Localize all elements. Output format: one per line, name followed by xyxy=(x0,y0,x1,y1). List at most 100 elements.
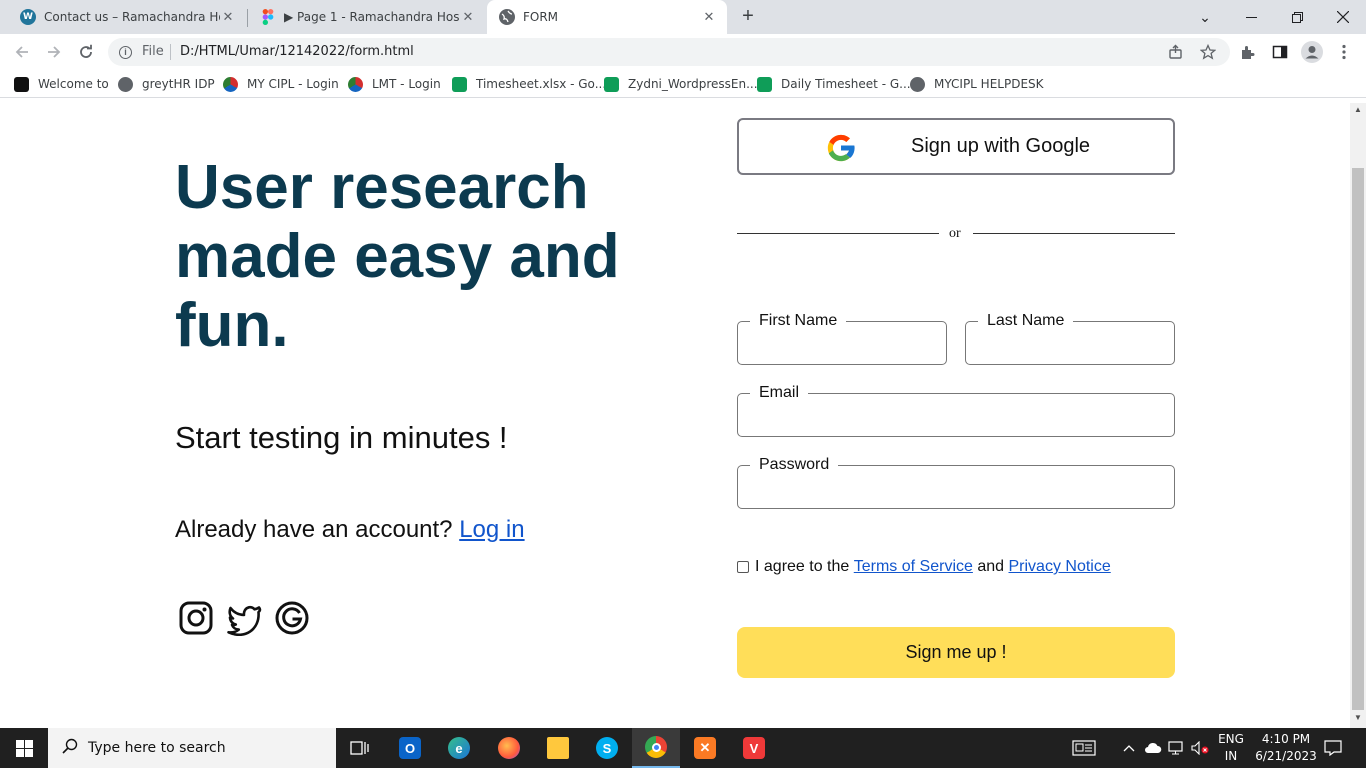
restore-button[interactable] xyxy=(1274,0,1320,34)
chrome-icon[interactable] xyxy=(632,728,680,768)
skype-icon[interactable]: S xyxy=(583,728,631,768)
wordpress-icon: W xyxy=(20,9,36,25)
url-text[interactable]: D:/HTML/Umar/12142022/form.html xyxy=(180,44,414,59)
back-icon[interactable] xyxy=(10,40,34,64)
bookmark-greythr[interactable]: greytHR IDP xyxy=(118,75,215,93)
bookmark-lmt[interactable]: LMT - Login xyxy=(348,75,441,93)
scroll-up-icon[interactable]: ▲ xyxy=(1354,105,1362,114)
page-viewport: User research made easy and fun. Start t… xyxy=(0,103,1350,728)
figma-icon xyxy=(260,9,276,25)
clock-date: 6/21/2023 xyxy=(1255,749,1317,763)
tab-title: Contact us – Ramachandra Hospita xyxy=(44,10,220,24)
signup-button[interactable]: Sign me up ! xyxy=(737,627,1175,678)
close-icon[interactable]: ✕ xyxy=(701,10,717,25)
bookmark-label: Welcome to xyxy=(38,77,109,91)
file-explorer-icon[interactable] xyxy=(534,728,582,768)
outlook-icon[interactable]: O xyxy=(386,728,434,768)
tab-form[interactable]: FORM ✕ xyxy=(487,0,727,34)
tab-page-1[interactable]: ▶ Page 1 - Ramachandra Hospital ✕ xyxy=(248,0,486,34)
bookmark-label: MYCIPL HELPDESK xyxy=(934,77,1044,91)
cipl-icon xyxy=(223,76,238,92)
google-icon[interactable] xyxy=(274,600,310,636)
login-link[interactable]: Log in xyxy=(459,516,524,543)
profile-avatar[interactable] xyxy=(1300,40,1324,64)
volume-muted-icon[interactable] xyxy=(1191,728,1211,768)
sheets-icon xyxy=(452,76,467,92)
menu-icon[interactable] xyxy=(1334,42,1354,62)
social-links xyxy=(178,600,310,637)
cloud-icon[interactable] xyxy=(1144,728,1162,768)
last-name-label: Last Name xyxy=(978,310,1074,332)
address-divider xyxy=(170,44,171,60)
tab-contact-us[interactable]: W Contact us – Ramachandra Hospita ✕ xyxy=(0,0,246,34)
forward-icon[interactable] xyxy=(42,40,66,64)
info-icon[interactable]: i xyxy=(119,46,132,59)
twitter-icon[interactable] xyxy=(226,600,262,637)
google-signup-label: Sign up with Google xyxy=(911,135,1091,157)
bookmark-zydni[interactable]: Zydni_WordpressEn... xyxy=(604,75,758,93)
xampp-icon[interactable]: ✕ xyxy=(681,728,729,768)
bookmark-label: MY CIPL - Login xyxy=(247,77,339,91)
password-label: Password xyxy=(750,454,839,476)
bookmark-daily-timesheet[interactable]: Daily Timesheet - G... xyxy=(757,75,911,93)
close-icon[interactable]: ✕ xyxy=(460,10,476,25)
share-icon[interactable] xyxy=(1166,42,1186,62)
extensions-icon[interactable] xyxy=(1238,42,1258,62)
bookmark-welcome[interactable]: Welcome to xyxy=(14,75,109,93)
sheets-icon xyxy=(604,76,619,92)
news-icon[interactable] xyxy=(1072,728,1096,768)
bookmark-label: Daily Timesheet - G... xyxy=(781,77,911,91)
email-field[interactable]: Email xyxy=(737,382,1175,437)
agree-prefix-text: I agree to the xyxy=(755,558,850,575)
windows-start-icon[interactable] xyxy=(0,728,48,768)
cipl-icon xyxy=(348,76,363,92)
terms-checkbox[interactable] xyxy=(737,561,749,573)
google-signup-button[interactable]: Sign up with Google xyxy=(737,118,1175,175)
bookmark-timesheet[interactable]: Timesheet.xlsx - Go... xyxy=(452,75,606,93)
close-window-button[interactable] xyxy=(1320,0,1366,34)
login-prompt-text: Already have an account? xyxy=(175,516,453,543)
task-view-icon[interactable] xyxy=(336,728,384,768)
firefox-icon[interactable] xyxy=(485,728,533,768)
first-name-label: First Name xyxy=(750,310,847,332)
vivaldi-icon[interactable]: V xyxy=(730,728,778,768)
scroll-down-icon[interactable]: ▼ xyxy=(1354,713,1362,722)
star-icon[interactable] xyxy=(1198,42,1218,62)
terms-agreement: I agree to the Terms of Service and Priv… xyxy=(737,558,1111,576)
bookmark-helpdesk[interactable]: MYCIPL HELPDESK xyxy=(910,75,1044,93)
language-indicator[interactable]: ENG IN xyxy=(1215,731,1247,765)
first-name-field[interactable]: First Name xyxy=(737,310,947,365)
reload-icon[interactable] xyxy=(74,40,98,64)
privacy-link[interactable]: Privacy Notice xyxy=(1009,558,1111,576)
instagram-icon[interactable] xyxy=(178,600,214,636)
edge-icon[interactable]: e xyxy=(435,728,483,768)
password-field[interactable]: Password xyxy=(737,454,1175,509)
agree-and-text: and xyxy=(977,558,1005,575)
terms-link[interactable]: Terms of Service xyxy=(854,558,973,576)
notifications-icon[interactable] xyxy=(1324,728,1342,768)
divider-line-right xyxy=(973,233,1175,234)
system-clock[interactable]: 4:10 PM 6/21/2023 xyxy=(1254,731,1318,765)
login-prompt: Already have an account? Log in xyxy=(175,516,525,544)
close-icon[interactable]: ✕ xyxy=(220,10,236,25)
bookmark-label: LMT - Login xyxy=(372,77,441,91)
email-label: Email xyxy=(750,382,809,404)
last-name-field[interactable]: Last Name xyxy=(965,310,1175,365)
region-code: IN xyxy=(1224,749,1238,763)
bookmark-mycipl[interactable]: MY CIPL - Login xyxy=(223,75,339,93)
divider-line-left xyxy=(737,233,939,234)
side-panel-icon[interactable] xyxy=(1270,42,1290,62)
headline: User research made easy and fun. xyxy=(175,153,620,360)
scrollbar-thumb[interactable] xyxy=(1352,168,1364,710)
taskbar-search[interactable]: Type here to search xyxy=(48,728,336,768)
chevron-up-icon[interactable] xyxy=(1123,728,1135,768)
search-icon xyxy=(62,738,78,758)
minimize-button[interactable] xyxy=(1228,0,1274,34)
search-placeholder: Type here to search xyxy=(88,740,226,756)
chevron-down-icon[interactable]: ⌄ xyxy=(1182,0,1228,34)
bookmark-label: Zydni_WordpressEn... xyxy=(628,77,758,91)
new-tab-button[interactable]: + xyxy=(737,6,759,28)
divider-text: or xyxy=(949,226,961,241)
network-icon[interactable] xyxy=(1168,728,1186,768)
app-icon xyxy=(14,76,29,92)
